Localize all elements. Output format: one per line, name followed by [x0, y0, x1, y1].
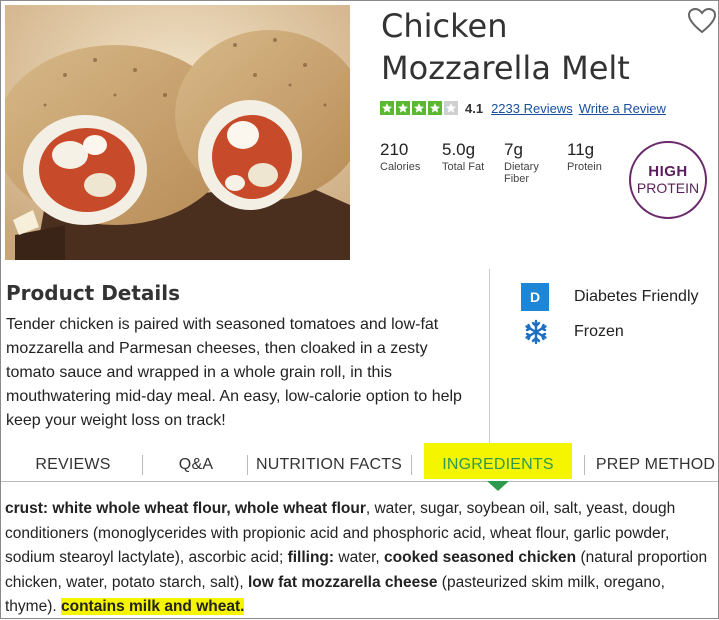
- nutrition-label: Calories: [380, 161, 421, 173]
- product-details-heading: Product Details: [6, 281, 181, 305]
- ingredient-label-filling: filling:: [287, 549, 335, 566]
- tab-nutrition-facts[interactable]: NUTRITION FACTS: [254, 443, 404, 479]
- nutrition-protein: 11g Protein: [567, 140, 602, 174]
- tab-bar: REVIEWS Q&A NUTRITION FACTS INGREDIENTS …: [1, 443, 718, 481]
- nutrition-value: 11g: [567, 140, 595, 159]
- product-title: Chicken Mozzarella Melt: [381, 7, 630, 87]
- product-page: Chicken Mozzarella Melt 4.1 2233 Reviews…: [0, 0, 719, 619]
- feature-label: Diabetes Friendly: [574, 288, 699, 305]
- feature-frozen: Frozen: [521, 317, 624, 347]
- star-filled-icon: [428, 101, 442, 115]
- tab-separator: [247, 455, 248, 475]
- tab-separator: [142, 455, 143, 475]
- favorite-heart-icon[interactable]: [687, 7, 717, 35]
- rating-value: 4.1: [465, 100, 484, 116]
- nutrition-total-fat: 5.0g Total Fat: [442, 140, 486, 174]
- tab-separator: [411, 455, 412, 475]
- tab-reviews[interactable]: REVIEWS: [21, 443, 125, 479]
- nutrition-label: Total Fat: [442, 161, 485, 173]
- reviews-link[interactable]: 2233 Reviews: [491, 101, 573, 116]
- nutrition-value: 7g: [504, 140, 523, 159]
- ingredient-cheese: low fat mozzarella cheese: [247, 573, 438, 591]
- vertical-divider: [489, 269, 490, 459]
- ingredient-label-crust: crust:: [5, 500, 49, 517]
- star-filled-icon: [380, 101, 394, 115]
- tab-prep-method[interactable]: PREP METHOD: [593, 443, 718, 479]
- tab-separator: [584, 455, 585, 475]
- rating-row: 4.1 2233 Reviews Write a Review: [380, 99, 672, 117]
- product-description: Tender chicken is paired with seasoned t…: [6, 316, 462, 429]
- ingredients-text: crust: white whole wheat flour, whole wh…: [5, 497, 713, 620]
- product-image: [5, 5, 350, 260]
- feature-label: Frozen: [574, 323, 624, 340]
- star-filled-icon: [396, 101, 410, 115]
- nutrition-label: Protein: [567, 161, 602, 173]
- ingredient-chicken: cooked seasoned chicken: [384, 549, 577, 566]
- nutrition-value: 210: [380, 140, 409, 159]
- high-protein-badge: HIGH PROTEIN: [629, 141, 707, 219]
- star-rating: [380, 101, 460, 115]
- star-filled-icon: [412, 101, 426, 115]
- tab-qa[interactable]: Q&A: [161, 443, 231, 479]
- ingredient-crust-flours: white whole wheat flour, whole wheat flo…: [52, 500, 366, 517]
- allergen-statement: contains milk and wheat.: [60, 598, 245, 615]
- tab-underline: [1, 481, 718, 482]
- badge-line2: PROTEIN: [636, 180, 700, 196]
- diabetes-friendly-icon: D: [521, 283, 549, 311]
- star-empty-icon: [444, 101, 458, 115]
- nutrition-dietary-fiber: 7g Dietary Fiber: [504, 140, 552, 186]
- badge-line1: HIGH: [648, 163, 688, 180]
- ingredient-filling-water: water,: [334, 549, 385, 566]
- active-tab-pointer-icon: [487, 481, 509, 491]
- nutrition-value: 5.0g: [442, 140, 476, 159]
- feature-diabetes-friendly: D Diabetes Friendly: [521, 283, 699, 311]
- write-review-link[interactable]: Write a Review: [579, 101, 666, 116]
- nutrition-calories: 210 Calories: [380, 140, 421, 174]
- tab-ingredients[interactable]: INGREDIENTS: [424, 443, 572, 479]
- nutrition-label: Dietary Fiber: [504, 161, 539, 185]
- snowflake-icon: [521, 317, 551, 347]
